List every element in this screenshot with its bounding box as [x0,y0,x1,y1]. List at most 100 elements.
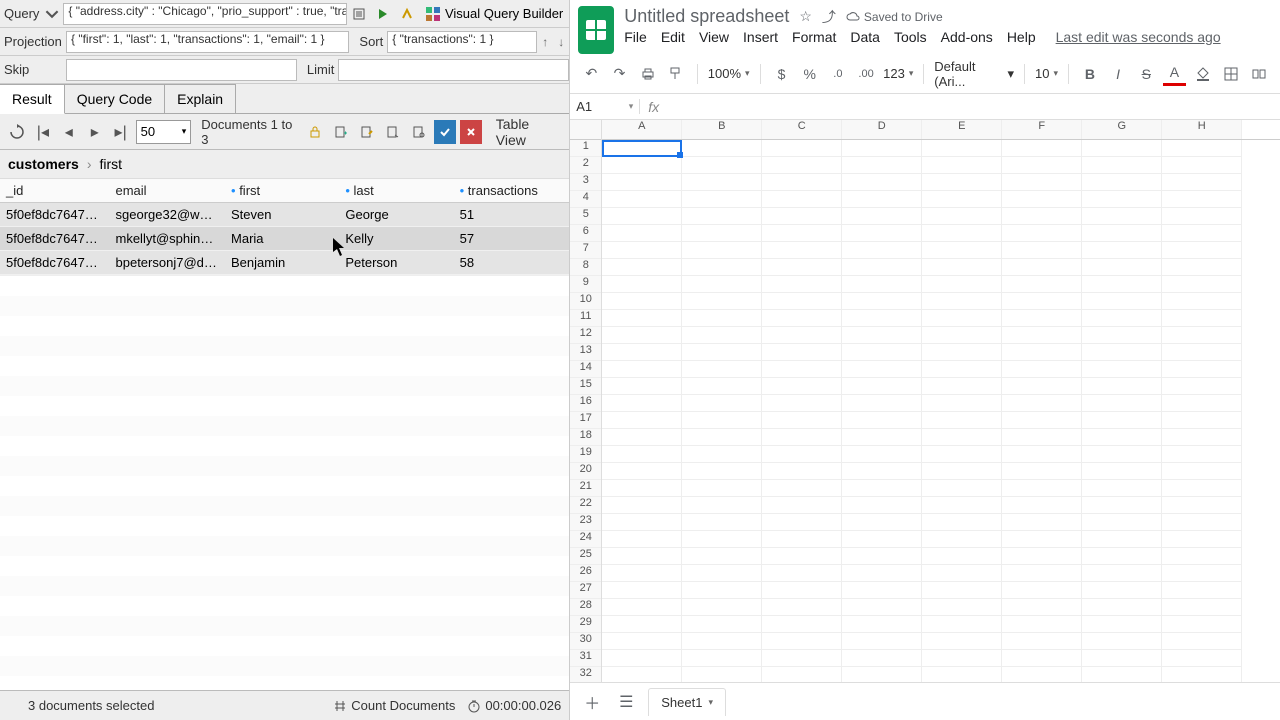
cell[interactable] [922,429,1002,446]
query-input[interactable]: { "address.city" : "Chicago", "prio_supp… [63,3,347,25]
sort-desc-button[interactable]: ↓ [553,35,569,49]
col-header[interactable]: G [1082,120,1162,139]
cell[interactable] [682,650,762,667]
cell[interactable] [762,259,842,276]
cell[interactable] [1002,208,1082,225]
cell[interactable] [1162,174,1242,191]
cell[interactable] [762,157,842,174]
breadcrumb-leaf[interactable]: first [99,156,122,172]
cell[interactable] [1082,157,1162,174]
cell[interactable] [602,514,682,531]
cell[interactable] [842,616,922,633]
cell-reference[interactable]: A1▾ [570,99,640,114]
cell[interactable] [922,157,1002,174]
row-header[interactable]: 1 [570,140,601,157]
cell[interactable]: 5f0ef8dc764791... [0,227,110,251]
row-header[interactable]: 17 [570,412,601,429]
cell[interactable] [922,378,1002,395]
table-row[interactable]: 5f0ef8dc764791...mkellyt@sphinn.comMaria… [0,227,569,251]
cell[interactable]: 57 [454,227,570,251]
select-all-corner[interactable] [570,120,601,140]
cell[interactable] [1082,276,1162,293]
row-header[interactable]: 24 [570,531,601,548]
cell[interactable] [1082,531,1162,548]
cell[interactable] [602,429,682,446]
cell[interactable] [922,412,1002,429]
table-row[interactable]: 5f0ef8dc764791...sgeorge32@weeb...Steven… [0,203,569,227]
cell[interactable] [602,225,682,242]
cell[interactable] [682,310,762,327]
currency-button[interactable]: $ [771,62,793,86]
cells-area[interactable] [602,140,1280,682]
spreadsheet-grid[interactable]: 1234567891011121314151617181920212223242… [570,120,1280,682]
cell[interactable] [1002,310,1082,327]
cell[interactable] [1002,242,1082,259]
menu-data[interactable]: Data [850,29,880,45]
cell[interactable] [1082,378,1162,395]
sheet-tab[interactable]: Sheet1▾ [648,688,726,716]
spreadsheet-title[interactable]: Untitled spreadsheet [624,6,789,27]
cell[interactable] [1082,650,1162,667]
cell[interactable] [1002,361,1082,378]
cell[interactable] [602,650,682,667]
last-page-button[interactable]: ▸| [110,120,132,144]
add-doc-button[interactable] [330,120,352,144]
cell[interactable] [602,259,682,276]
cancel-button[interactable] [460,120,482,144]
cell[interactable] [602,293,682,310]
row-header[interactable]: 27 [570,582,601,599]
cell[interactable] [1162,225,1242,242]
cell[interactable] [682,140,762,157]
cell[interactable] [922,259,1002,276]
cell[interactable] [842,667,922,682]
cell[interactable] [842,157,922,174]
sort-asc-button[interactable]: ↑ [537,35,553,49]
cell[interactable] [1002,293,1082,310]
cell[interactable] [682,446,762,463]
col-header[interactable]: F [1002,120,1082,139]
cell[interactable] [1162,582,1242,599]
cell[interactable]: Peterson [339,251,453,275]
cell[interactable] [762,378,842,395]
results-grid[interactable]: _id email first last transactions 5f0ef8… [0,179,569,690]
cell[interactable] [1082,310,1162,327]
cell[interactable] [1162,276,1242,293]
cell[interactable] [1082,548,1162,565]
cell[interactable] [1002,565,1082,582]
cell[interactable] [1082,582,1162,599]
sheets-logo-icon[interactable] [578,6,614,54]
cell[interactable] [842,531,922,548]
cell[interactable]: Kelly [339,227,453,251]
cell[interactable] [1002,225,1082,242]
cell[interactable] [842,242,922,259]
cell[interactable] [1082,208,1162,225]
cell[interactable] [1162,208,1242,225]
cell[interactable] [1162,344,1242,361]
cell[interactable] [842,259,922,276]
cell[interactable] [922,599,1002,616]
cell[interactable]: mkellyt@sphinn.com [110,227,226,251]
edit-doc-button[interactable] [356,120,378,144]
col-id[interactable]: _id [0,179,110,203]
cell[interactable] [1162,259,1242,276]
cell[interactable] [762,310,842,327]
increase-decimal-button[interactable]: .00 [855,62,877,86]
cell[interactable] [842,395,922,412]
cell[interactable] [682,531,762,548]
cell[interactable] [762,225,842,242]
cell[interactable] [922,463,1002,480]
cell[interactable] [1082,446,1162,463]
cell[interactable] [602,480,682,497]
cell[interactable] [682,582,762,599]
cell[interactable] [842,191,922,208]
row-header[interactable]: 23 [570,514,601,531]
cell[interactable] [1002,378,1082,395]
cell[interactable] [1162,565,1242,582]
cell[interactable] [922,310,1002,327]
cell[interactable] [1082,514,1162,531]
cell[interactable] [842,361,922,378]
cell[interactable] [1082,327,1162,344]
cell[interactable] [682,344,762,361]
cell[interactable] [842,378,922,395]
cell[interactable] [682,463,762,480]
